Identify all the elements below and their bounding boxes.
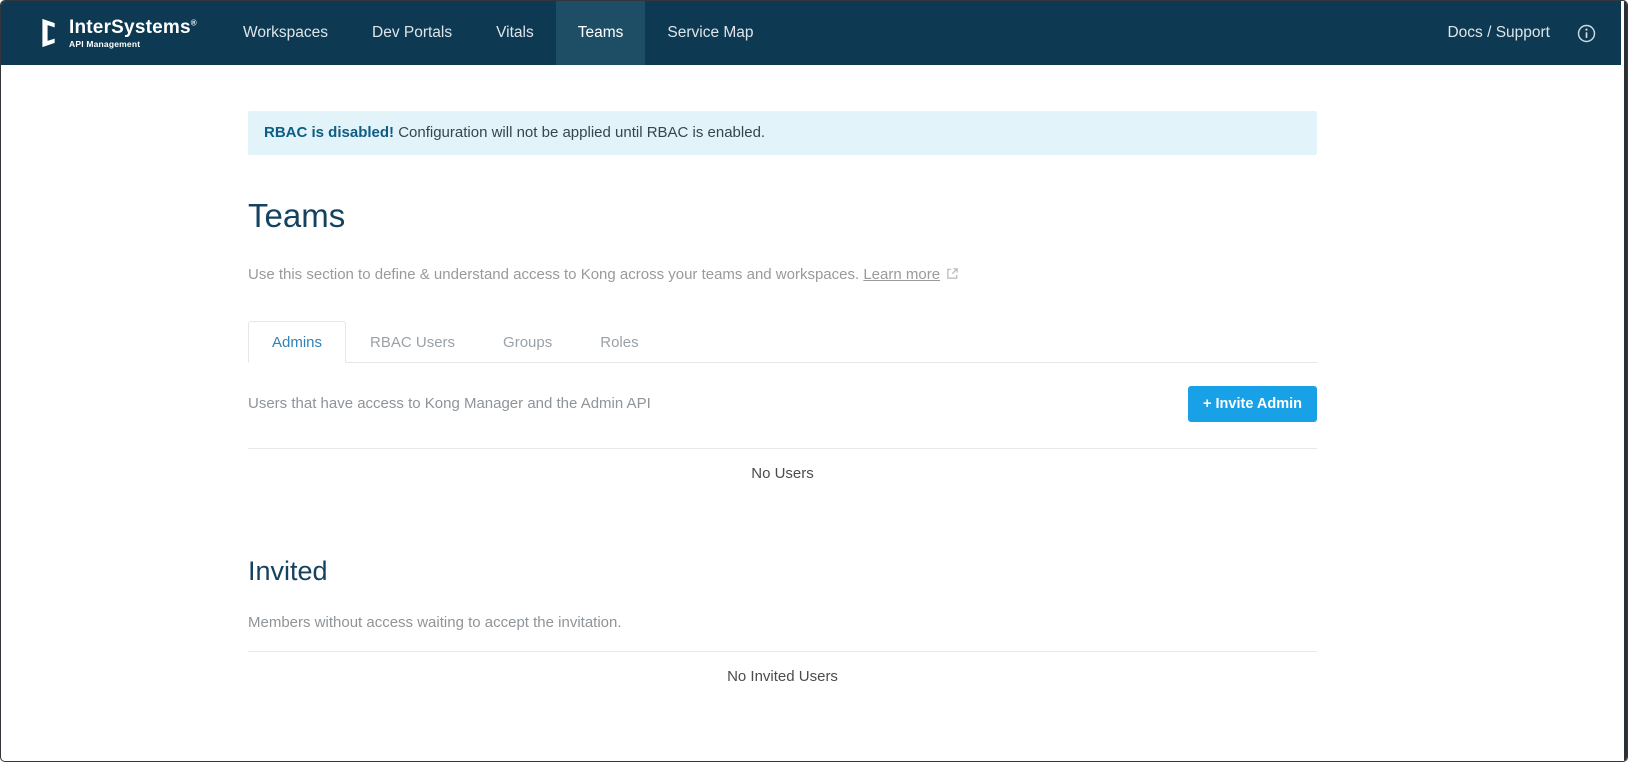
main-nav: Workspaces Dev Portals Vitals Teams Serv… [221,1,776,65]
top-navigation-bar: InterSystems® API Management Workspaces … [1,1,1627,65]
learn-more-link[interactable]: Learn more [863,266,940,283]
admins-empty-message: No Users [248,449,1317,496]
brand-subtitle: API Management [69,40,197,49]
intersystems-logo: InterSystems® API Management [1,1,221,65]
rbac-disabled-alert: RBAC is disabled! Configuration will not… [248,111,1317,155]
brand-name: InterSystems® [69,18,197,38]
info-icon[interactable] [1577,24,1596,43]
invited-subtitle: Members without access waiting to accept… [248,614,1317,631]
docs-support-link[interactable]: Docs / Support [1447,24,1550,42]
vertical-scrollbar[interactable] [1621,1,1627,761]
tab-admins[interactable]: Admins [248,321,346,363]
nav-item-vitals[interactable]: Vitals [474,1,556,65]
tab-groups[interactable]: Groups [479,321,576,363]
page-description-text: Use this section to define & understand … [248,266,863,283]
invited-empty-message: No Invited Users [248,652,1317,699]
admins-subtitle: Users that have access to Kong Manager a… [248,395,651,412]
nav-item-teams[interactable]: Teams [556,1,646,65]
external-link-icon [946,267,959,284]
alert-title: RBAC is disabled! [264,124,394,141]
invite-admin-button[interactable]: + Invite Admin [1188,386,1317,422]
teams-tab-bar: Admins RBAC Users Groups Roles [248,321,1317,363]
brand-text: InterSystems® API Management [69,18,197,49]
invited-section-title: Invited [248,556,1317,587]
page-title: Teams [248,197,1317,235]
page-content: RBAC is disabled! Configuration will not… [248,111,1317,699]
tab-roles[interactable]: Roles [576,321,662,363]
nav-item-dev-portals[interactable]: Dev Portals [350,1,474,65]
nav-item-service-map[interactable]: Service Map [645,1,775,65]
registered-mark: ® [191,18,197,27]
intersystems-bracket-icon [39,16,59,50]
app-window: InterSystems® API Management Workspaces … [0,0,1628,762]
page-description: Use this section to define & understand … [248,266,1317,284]
nav-item-workspaces[interactable]: Workspaces [221,1,350,65]
alert-message: Configuration will not be applied until … [394,124,765,141]
admins-section-header: Users that have access to Kong Manager a… [248,386,1317,422]
scrollbar-thumb[interactable] [1624,1,1627,761]
tab-rbac-users[interactable]: RBAC Users [346,321,479,363]
topbar-right: Docs / Support [1447,1,1627,65]
